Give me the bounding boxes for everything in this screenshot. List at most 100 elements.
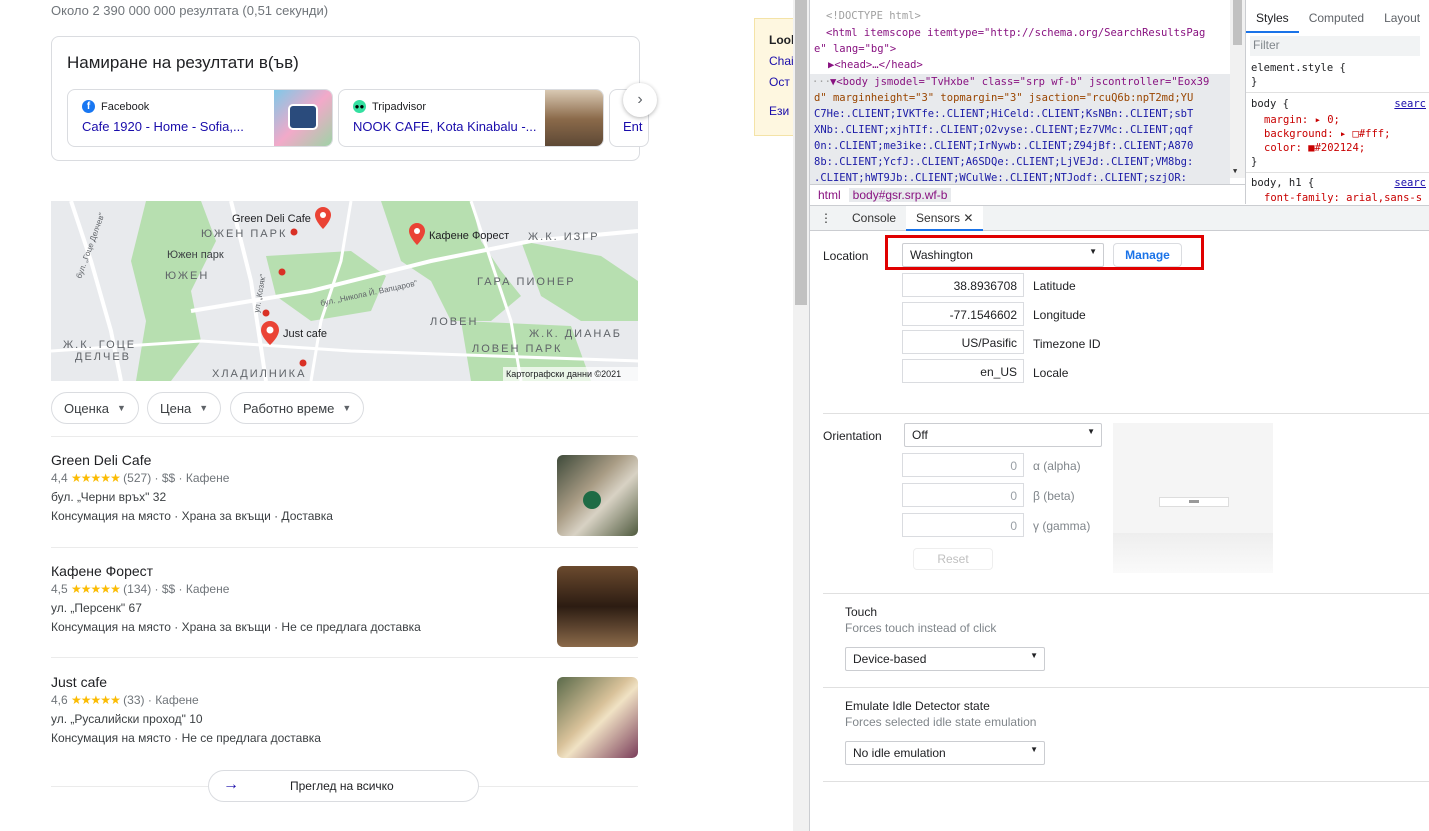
rating-value: 4,6 <box>51 693 68 707</box>
tab-console[interactable]: Console <box>842 206 906 231</box>
search-results-pane: Около 2 390 000 000 резултата (0,51 секу… <box>0 0 793 831</box>
dom-node-head[interactable]: ▶<head>…</head> <box>828 57 923 73</box>
dom-node-doctype[interactable]: <!DOCTYPE html> <box>826 8 921 24</box>
breadcrumb-item[interactable]: body#gsr.srp.wf-b <box>848 187 952 202</box>
dom-node-body-attrs: d" marginheight="3" topmargin="3" jsacti… <box>814 92 1194 104</box>
breadcrumb-item[interactable]: html <box>818 188 841 202</box>
place-photo[interactable] <box>557 677 638 758</box>
map-label-district: ЛОВЕН <box>430 316 478 328</box>
star-icons: ★★★★★ <box>71 471 121 485</box>
scrollbar-thumb[interactable] <box>795 0 807 305</box>
locale-label: Locale <box>1033 366 1069 380</box>
longitude-input[interactable]: -77.1546602 <box>902 302 1024 326</box>
review-count: (527) <box>123 471 152 485</box>
style-property[interactable]: background: ▸ □#fff; <box>1264 128 1390 140</box>
place-result[interactable]: Кафене Форест 4,5 ★★★★★ (134) · $$ · Каф… <box>51 563 638 663</box>
find-results-card: Намиране на резултати в(ъв) f Facebook C… <box>51 36 657 161</box>
style-property[interactable]: margin: ▸ 0; <box>1264 114 1340 126</box>
find-result-source: Facebook <box>101 100 150 113</box>
star-icons: ★★★★★ <box>71 693 121 707</box>
style-source-link[interactable]: searc <box>1394 98 1426 110</box>
place-address: бул. „Черни връх" 32 <box>51 490 167 504</box>
latitude-label: Latitude <box>1033 279 1076 293</box>
side-panel-link[interactable]: Chai <box>769 54 793 75</box>
location-label: Location <box>823 249 869 263</box>
dom-node-body[interactable]: ▼<body jsmodel="TvHxbe" class="srp wf-b"… <box>830 74 1209 90</box>
find-result-link[interactable]: Cafe 1920 - Home - Sofia,... <box>82 119 244 134</box>
place-type: Кафене <box>185 471 230 485</box>
orientation-select[interactable]: Off ▼ <box>904 423 1102 447</box>
tab-layout[interactable]: Layout <box>1374 5 1429 33</box>
tab-computed[interactable]: Computed <box>1299 5 1374 33</box>
place-name[interactable]: Green Deli Cafe <box>51 452 151 468</box>
orientation-label: Orientation <box>823 429 882 443</box>
dom-node-body-attrs: C7He:.CLIENT;IVKTfe:.CLIENT;HiCeld:.CLIE… <box>814 108 1194 120</box>
styles-tabs: Styles Computed Layout <box>1246 5 1429 33</box>
place-result[interactable]: Just cafe 4,6 ★★★★★ (33) · Кафене ул. „Р… <box>51 674 638 774</box>
styles-filter-input[interactable]: Filter <box>1250 36 1420 56</box>
divider <box>51 436 638 437</box>
facebook-icon: f <box>82 100 95 113</box>
divider <box>823 413 1429 414</box>
find-result-tripadvisor[interactable]: ●● Tripadvisor NOOK CAFE, Kota Kinabalu … <box>338 89 604 147</box>
find-result-link[interactable]: NOOK CAFE, Kota Kinabalu -... <box>353 119 537 134</box>
map-dot[interactable] <box>262 309 270 317</box>
map-label-district: ЛОВЕН ПАРК <box>472 343 562 355</box>
side-panel-link[interactable]: Ези <box>769 104 793 125</box>
view-all-button[interactable]: → Преглед на всичко <box>208 770 479 802</box>
chevron-down-icon: ▼ <box>1030 651 1038 660</box>
rating-value: 4,4 <box>51 471 68 485</box>
map-label-district: ГАРА ПИОНЕР <box>477 276 576 288</box>
gamma-input[interactable]: 0 <box>902 513 1024 537</box>
price-level: $$ <box>161 471 176 485</box>
find-result-link[interactable]: Ent <box>623 119 643 134</box>
chevron-right-icon[interactable]: › <box>623 83 657 117</box>
styles-pane: Styles Computed Layout Filter element.st… <box>1245 0 1429 204</box>
idle-select[interactable]: No idle emulation ▼ <box>845 741 1045 765</box>
place-photo[interactable] <box>557 455 638 536</box>
elements-scrollbar[interactable]: ▼ <box>1230 0 1245 178</box>
orientation-preview[interactable] <box>1113 423 1273 573</box>
place-name[interactable]: Just cafe <box>51 674 107 690</box>
tab-styles[interactable]: Styles <box>1246 5 1299 33</box>
tab-sensors[interactable]: Sensors ✕ <box>906 205 984 231</box>
place-rating: 4,6 ★★★★★ (33) · Кафене <box>51 693 199 707</box>
style-source-link[interactable]: searc <box>1394 177 1426 189</box>
divider <box>823 781 1429 782</box>
style-property[interactable]: font-family: arial,sans-s <box>1264 192 1422 204</box>
alpha-input[interactable]: 0 <box>902 453 1024 477</box>
beta-label: β (beta) <box>1033 489 1075 503</box>
dom-node-html[interactable]: <html itemscope itemtype="http://schema.… <box>826 25 1205 41</box>
map-dot[interactable] <box>290 228 298 236</box>
place-name[interactable]: Кафене Форест <box>51 563 153 579</box>
view-all-label: Преглед на всичко <box>290 779 394 793</box>
place-type: Кафене <box>155 693 199 707</box>
place-result[interactable]: Green Deli Cafe 4,4 ★★★★★ (527) · $$ · К… <box>51 452 638 552</box>
map-dot[interactable] <box>278 268 286 276</box>
latitude-input[interactable]: 38.8936708 <box>902 273 1024 297</box>
ellipsis-icon[interactable]: ··· <box>812 74 831 90</box>
more-icon[interactable]: ⋮ <box>810 206 842 231</box>
reset-button[interactable]: Reset <box>913 548 993 570</box>
page-scrollbar[interactable] <box>793 0 809 831</box>
local-map[interactable]: Green Deli Cafe Кафене Форест Just cafe … <box>51 201 638 381</box>
idle-title: Emulate Idle Detector state <box>845 699 990 713</box>
place-type: Кафене <box>185 582 230 596</box>
divider <box>51 657 638 658</box>
filter-price[interactable]: Цена ▼ <box>147 392 222 424</box>
beta-input[interactable]: 0 <box>902 483 1024 507</box>
filter-rating[interactable]: Оценка ▼ <box>51 392 139 424</box>
style-rule: body { <box>1251 98 1289 110</box>
side-panel-link[interactable]: Ост <box>769 75 793 96</box>
locale-input[interactable]: en_US <box>902 359 1024 383</box>
map-dot[interactable] <box>299 359 307 367</box>
touch-select[interactable]: Device-based ▼ <box>845 647 1045 671</box>
place-photo[interactable] <box>557 566 638 647</box>
divider <box>51 547 638 548</box>
idle-description: Forces selected idle state emulation <box>845 715 1037 729</box>
timezone-input[interactable]: US/Pasific <box>902 330 1024 354</box>
find-result-facebook[interactable]: f Facebook Cafe 1920 - Home - Sofia,... <box>67 89 333 147</box>
close-icon[interactable]: ✕ <box>963 211 973 225</box>
style-property[interactable]: color: ■#202124; <box>1264 142 1365 154</box>
filter-hours[interactable]: Работно време ▼ <box>230 392 365 424</box>
